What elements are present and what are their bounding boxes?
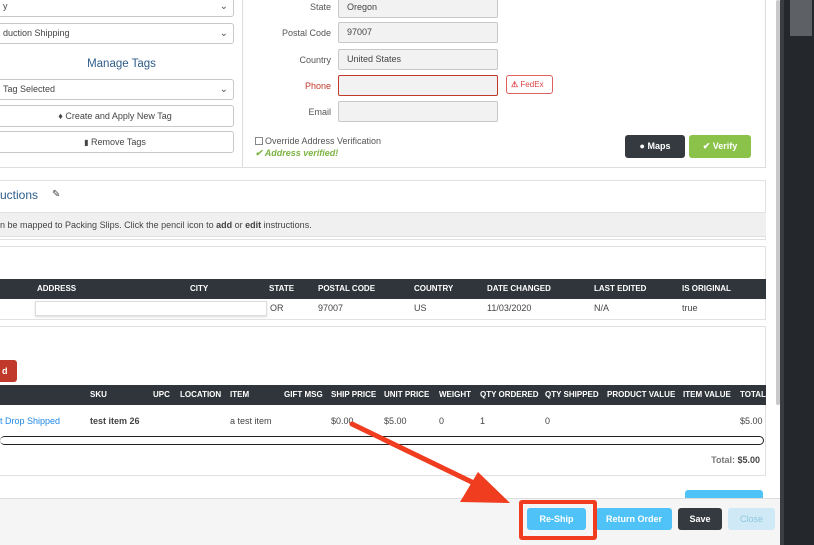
order-modal: y ⌄ duction Shipping ⌄ Manage Tags Tag S…: [0, 0, 780, 545]
annotation-arrow-icon: [349, 421, 510, 503]
background-dark-area: [780, 0, 814, 545]
page-scrollbar-thumb[interactable]: [790, 0, 812, 36]
page-scroll-track: [780, 0, 784, 545]
